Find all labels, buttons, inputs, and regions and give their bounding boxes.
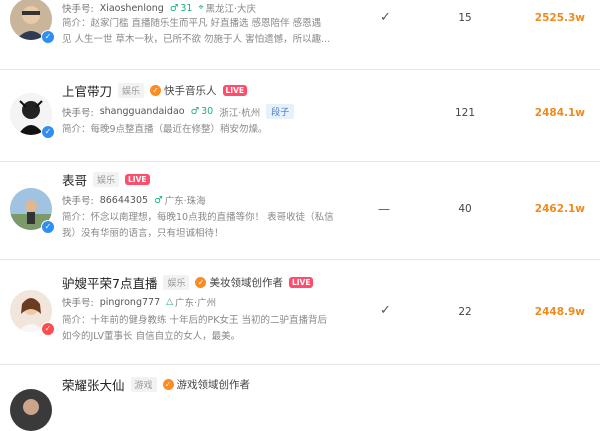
location: △ 广东·广州 <box>166 295 216 309</box>
fans-count: 2462.1w <box>534 203 585 215</box>
list-item[interactable]: ✓ 表哥 娱乐 LIVE 快手号: 86644305 ♂ 广东·珠海 简介：怀念以… <box>0 162 600 260</box>
account-id: 86644305 <box>99 194 149 206</box>
verified-badge-icon: ✓ <box>41 322 55 336</box>
video-count: 40 <box>458 203 472 215</box>
cert-badge: ✓ 快手音乐人 <box>150 83 217 98</box>
video-count: 22 <box>458 306 472 318</box>
bio-line: 我）没有华丽的语言，只有坦诚相待！ <box>62 228 224 239</box>
cert-badge: ✓ 游戏领域创作者 <box>162 377 251 392</box>
fans-count: 2525.3w <box>534 12 585 24</box>
gender-icon: ♂ <box>154 194 163 206</box>
verified-badge-icon: ✓ <box>41 220 55 234</box>
category-tag: 娱乐 <box>118 83 145 98</box>
cert-text: 游戏领域创作者 <box>176 379 251 391</box>
location-text: 广东·广州 <box>175 298 217 309</box>
bio-line: 简介：十年前的健身教练 十年后的PK女王 当初的二驴直播背后 <box>62 315 327 326</box>
account-label: 快手号: <box>62 298 94 309</box>
category-tag: 娱乐 <box>93 172 120 187</box>
location-pin-icon: △ <box>166 297 174 307</box>
user-name[interactable]: 上官带刀 <box>62 81 112 100</box>
avatar[interactable] <box>10 389 52 431</box>
list-item[interactable]: ✓ 上官带刀 娱乐 ✓ 快手音乐人 LIVE 快手号: shangguandaid… <box>0 70 600 162</box>
category-tag: 游戏 <box>130 377 157 392</box>
account-id: pingrong777 <box>99 296 161 308</box>
check-icon: ✓ <box>380 303 391 318</box>
certified-icon: ✓ <box>195 277 207 288</box>
cert-text: 快手音乐人 <box>164 85 217 97</box>
fans-count: 2448.9w <box>534 306 585 318</box>
age-value: 30 <box>201 106 214 117</box>
avatar-image <box>10 389 52 431</box>
location-pin-icon: ⌖ <box>198 3 204 13</box>
location: ⌖ 黑龙江·大庆 <box>198 1 256 15</box>
list-item[interactable]: 荣耀张大仙 游戏 ✓ 游戏领域创作者 <box>0 365 600 431</box>
gender-icon: ♂ <box>190 106 200 117</box>
certified-icon: ✓ <box>162 379 174 390</box>
account-id: shangguandaidao <box>99 106 185 117</box>
bio: 简介：十年前的健身教练 十年后的PK女王 当初的二驴直播背后 如今的JLV董事长… <box>62 313 337 345</box>
list-item[interactable]: ✓ 快手号: Xiaoshenlong ♂ 31 ⌖ 黑龙江·大庆 简介：赵家门槛 … <box>0 0 600 70</box>
account-label: 快手号: <box>62 107 94 119</box>
live-badge[interactable]: LIVE <box>288 277 314 288</box>
check-icon: ✓ <box>380 10 391 25</box>
empty-mark: — <box>378 202 390 216</box>
location: ♂ 广东·珠海 <box>154 193 206 208</box>
bio: 简介：每晚9点整直播（最近在修整）稍安勿燥。 <box>62 122 337 138</box>
certified-icon: ✓ <box>150 85 162 96</box>
age-value: 31 <box>180 2 193 14</box>
location-text: 黑龙江·大庆 <box>205 4 257 15</box>
user-name[interactable]: 荣耀张大仙 <box>62 375 125 394</box>
account-label: 快手号: <box>62 4 94 15</box>
cert-badge: ✓ 美妆领域创作者 <box>195 275 283 290</box>
bio-line: 如今的JLV董事长 自信自立的女人，最美。 <box>62 331 241 342</box>
account-label: 快手号: <box>62 196 94 207</box>
bio-line: 见 人生一世 草木一秋，已所不欲 勿施于人 害怕遗憾，所以趣... <box>62 34 331 45</box>
bio-line: 简介：赵家门槛 直播随乐生而平凡 好直播选 感恩陪伴 感恩遇 <box>62 18 322 29</box>
location-text: 广东·珠海 <box>164 196 206 207</box>
list-item[interactable]: ✓ 驴嫂平荣7点直播 娱乐 ✓ 美妆领域创作者 LIVE 快手号: pingron… <box>0 260 600 365</box>
live-badge[interactable]: LIVE <box>125 174 150 185</box>
bio: 简介：怀念以南理想，每晚10点我的直播等你！ 表哥收徒（私信 我）没有华丽的语言… <box>62 210 337 242</box>
age-badge: ♂ 30 <box>191 106 214 117</box>
location: 浙江·杭州 <box>219 105 260 119</box>
category-tag: 娱乐 <box>163 275 190 290</box>
content-tag: 段子 <box>266 104 295 119</box>
age-badge: ♂ 31 <box>170 3 193 14</box>
account-id: Xiaoshenlong <box>99 2 164 14</box>
video-count: 15 <box>458 12 472 24</box>
user-name[interactable]: 表哥 <box>62 170 87 189</box>
live-badge[interactable]: LIVE <box>222 85 248 96</box>
fans-count: 2484.1w <box>534 107 585 119</box>
location-text: 浙江·杭州 <box>219 107 261 119</box>
bio: 简介：赵家门槛 直播随乐生而平凡 好直播选 感恩陪伴 感恩遇 见 人生一世 草木… <box>62 16 337 48</box>
bio-line: 简介：怀念以南理想，每晚10点我的直播等你！ 表哥收徒（私信 <box>62 212 334 223</box>
video-count: 121 <box>454 107 476 119</box>
gender-icon: ♂ <box>169 2 179 14</box>
user-name[interactable]: 驴嫂平荣7点直播 <box>62 273 157 292</box>
bio-line: 简介：每晚9点整直播（最近在修整）稍安勿燥。 <box>62 124 268 135</box>
verified-badge-icon: ✓ <box>41 30 55 44</box>
verified-badge-icon: ✓ <box>41 125 55 139</box>
cert-text: 美妆领域创作者 <box>209 277 283 289</box>
